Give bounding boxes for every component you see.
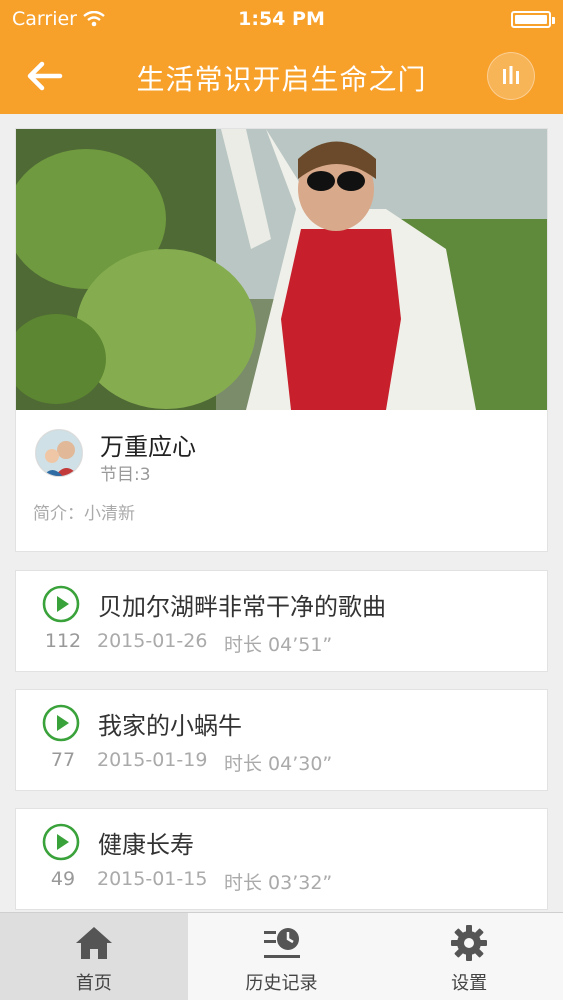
top-bar: Carrier 1:54 PM 生活常识开启生命之门 xyxy=(0,0,563,114)
navigation-bar: 生活常识开启生命之门 xyxy=(0,38,563,114)
avatar[interactable] xyxy=(35,429,83,477)
track-duration: 时长 04’51” xyxy=(224,634,333,656)
play-count: 77 xyxy=(50,749,76,771)
program-count: 节目:3 xyxy=(100,465,151,485)
play-count: 49 xyxy=(50,868,76,890)
status-bar: Carrier 1:54 PM xyxy=(0,0,563,38)
play-icon[interactable] xyxy=(42,585,80,623)
home-icon xyxy=(75,927,112,959)
equalizer-icon xyxy=(503,66,519,84)
equalizer-button[interactable] xyxy=(487,52,535,100)
track-duration: 时长 03’32” xyxy=(224,872,333,894)
back-arrow-icon[interactable] xyxy=(24,56,64,96)
cover-photo xyxy=(16,129,547,410)
status-time: 1:54 PM xyxy=(238,8,325,30)
play-icon[interactable] xyxy=(42,704,80,742)
play-icon[interactable] xyxy=(42,823,80,861)
history-icon xyxy=(263,928,300,958)
tab-settings[interactable]: 设置 xyxy=(375,913,563,1000)
profile-card: 万重应心 节目:3 简介：小清新 xyxy=(15,128,548,552)
track-title: 健康长寿 xyxy=(98,831,194,859)
gear-icon xyxy=(451,925,488,961)
play-count: 112 xyxy=(44,630,82,652)
tab-bar: 首页 历史记录 设置 xyxy=(0,912,563,1000)
battery-icon xyxy=(511,11,555,28)
tab-label: 首页 xyxy=(75,973,112,994)
tab-label: 设置 xyxy=(451,973,488,994)
track-date: 2015-01-19 xyxy=(97,749,208,771)
track-date: 2015-01-15 xyxy=(97,868,208,890)
tab-home[interactable]: 首页 xyxy=(0,913,188,1000)
track-item[interactable]: 我家的小蜗牛 77 2015-01-19 时长 04’30” xyxy=(15,689,548,791)
profile-name: 万重应心 xyxy=(100,433,196,461)
track-title: 我家的小蜗牛 xyxy=(98,712,242,740)
page-title: 生活常识开启生命之门 xyxy=(136,63,427,96)
track-title: 贝加尔湖畔非常干净的歌曲 xyxy=(98,593,386,621)
track-date: 2015-01-26 xyxy=(97,630,208,652)
track-item[interactable]: 健康长寿 49 2015-01-15 时长 03’32” xyxy=(15,808,548,910)
tab-history[interactable]: 历史记录 xyxy=(188,913,376,1000)
track-duration: 时长 04’30” xyxy=(224,753,333,775)
profile-description: 简介：小清新 xyxy=(33,504,135,524)
track-item[interactable]: 贝加尔湖畔非常干净的歌曲 112 2015-01-26 时长 04’51” xyxy=(15,570,548,672)
tab-label: 历史记录 xyxy=(245,973,318,994)
